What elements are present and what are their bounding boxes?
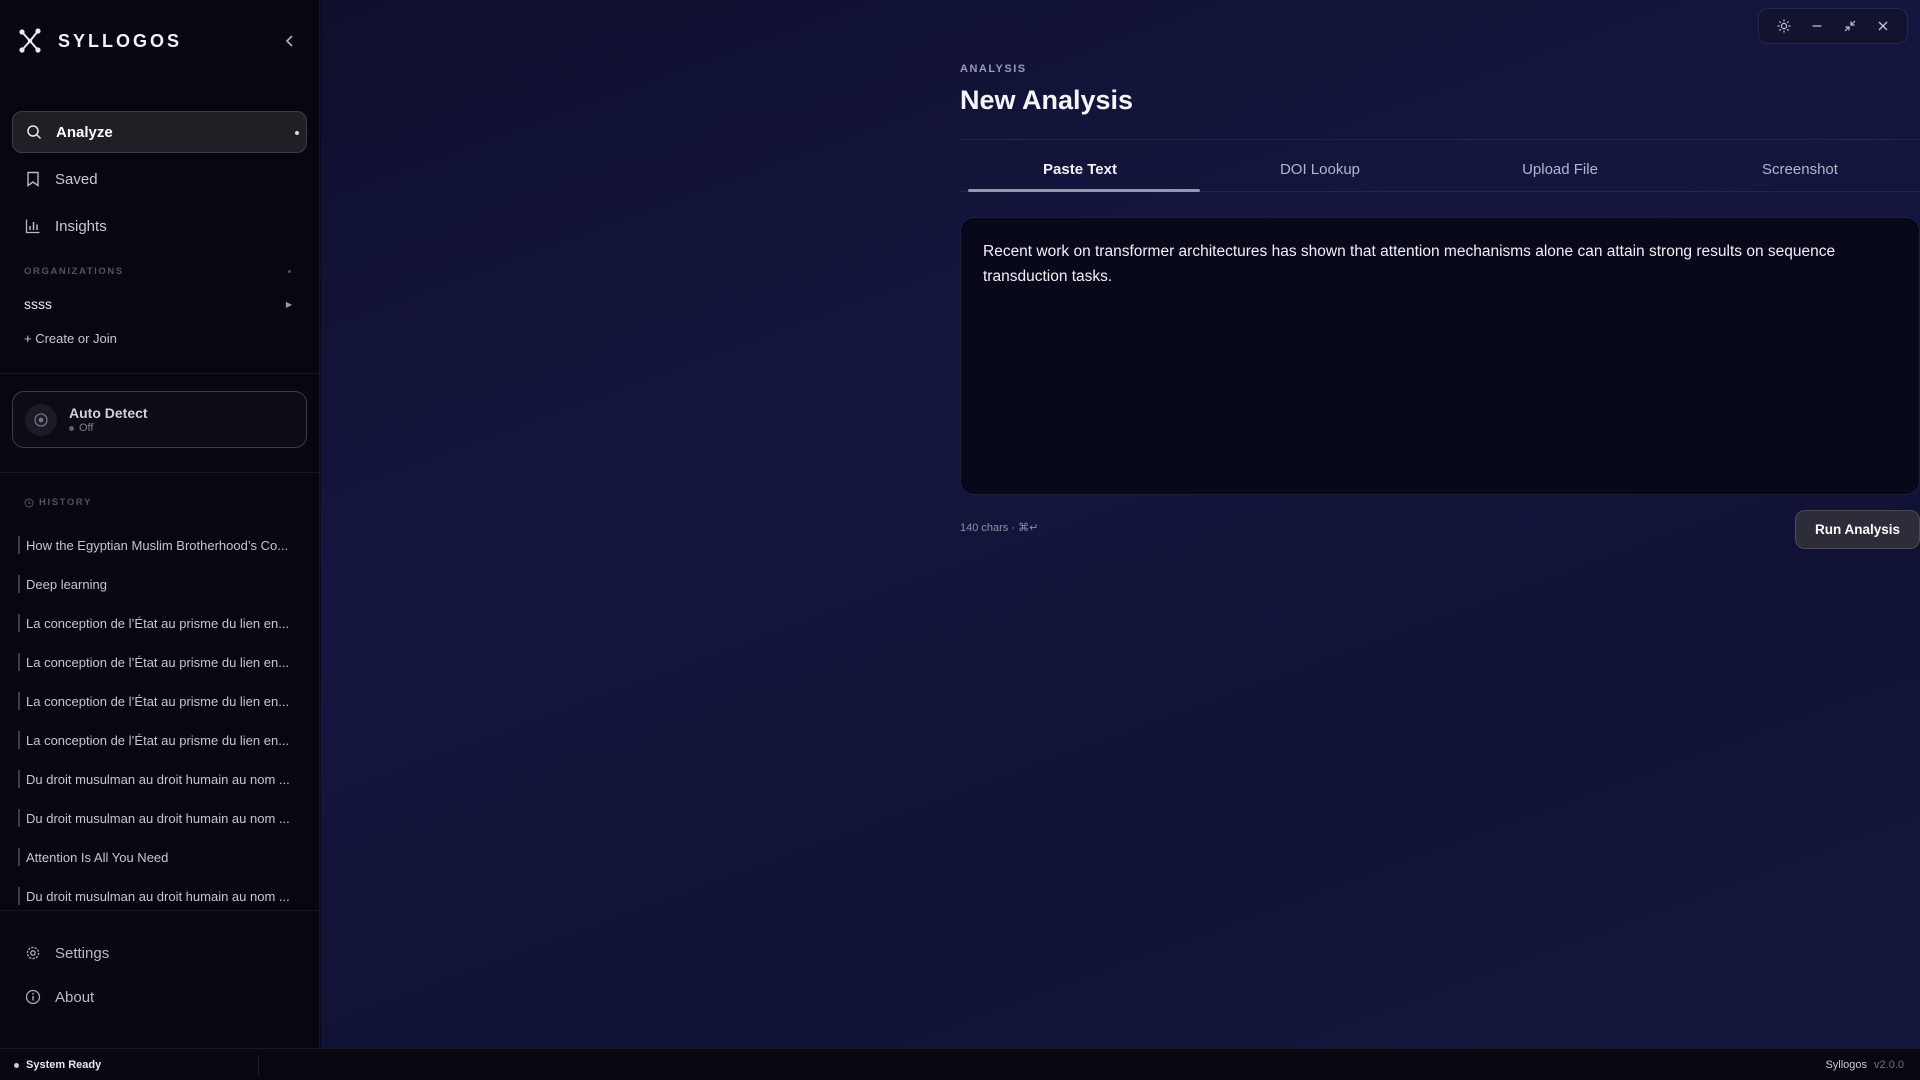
restore-button[interactable] (1841, 17, 1859, 35)
history-item[interactable]: Du droit musulman au droit humain au nom… (18, 770, 300, 788)
history-item[interactable]: La conception de l’État au prisme du lie… (18, 653, 300, 671)
nav-settings[interactable]: Settings (12, 932, 307, 974)
status-separator (258, 1055, 259, 1075)
history-item[interactable]: La conception de l’État au prisme du lie… (18, 614, 300, 632)
tab-upload-file[interactable]: Upload File (1440, 148, 1680, 191)
keyboard-shortcut-hint: ⌘↵ (1018, 522, 1039, 534)
text-input-area[interactable]: Recent work on transformer architectures… (960, 217, 1920, 495)
footer-nav: Settings About (12, 932, 307, 1020)
nav-label: Settings (55, 944, 110, 962)
clock-icon (24, 498, 34, 507)
chevron-left-icon (285, 35, 293, 47)
sidebar-divider (0, 910, 320, 911)
input-tabs: Paste Text DOI Lookup Upload File Screen… (960, 148, 1920, 192)
status-text: System Ready (26, 1059, 102, 1071)
bar-chart-icon (25, 218, 41, 234)
gear-icon (25, 945, 41, 961)
nav-about[interactable]: About (12, 976, 307, 1018)
auto-detect-status-text: Off (79, 422, 94, 434)
history-label-text: HISTORY (39, 497, 92, 508)
collapse-sidebar-button[interactable] (282, 31, 298, 51)
history-item[interactable]: La conception de l’État au prisme du lie… (18, 692, 300, 710)
organizations-label: ORGANIZATIONS (24, 266, 124, 277)
history-list: How the Egyptian Muslim Brotherhood’s Co… (18, 536, 300, 926)
theme-toggle-button[interactable] (1775, 17, 1793, 35)
status-dot (14, 1062, 19, 1068)
auto-detect-toggle[interactable]: Auto Detect Off (12, 391, 307, 448)
sidebar-divider (0, 373, 320, 374)
create-or-join-link[interactable]: + Create or Join (24, 331, 117, 346)
nav-insights[interactable]: Insights (12, 205, 307, 247)
history-item[interactable]: Attention Is All You Need (18, 848, 300, 866)
primary-nav: Analyze Saved Insights (12, 111, 307, 252)
app-version-info: Syllogos v2.0.0 (1825, 1049, 1904, 1080)
sidebar: SYLLOGOS Analyze Saved Insights ORGANIZA… (0, 0, 320, 1048)
bookmark-icon (25, 171, 41, 187)
close-button[interactable] (1874, 17, 1892, 35)
nav-saved[interactable]: Saved (12, 158, 307, 200)
close-icon (1878, 21, 1887, 31)
sidebar-divider (0, 472, 320, 473)
history-item[interactable]: Du droit musulman au droit humain au nom… (18, 887, 300, 905)
info-icon (25, 989, 41, 1005)
organization-name: ssss (24, 296, 52, 312)
app-label: Syllogos (1825, 1059, 1868, 1071)
page-title: New Analysis (960, 85, 1134, 115)
tab-doi-lookup[interactable]: DOI Lookup (1200, 148, 1440, 191)
status-dot (69, 425, 74, 431)
organization-item[interactable]: ssss ▶ (24, 293, 292, 315)
auto-detect-status: Off (69, 422, 148, 434)
char-counter: 140 chars · ⌘↵ (960, 521, 1038, 534)
caret-right-icon: ▶ (285, 299, 292, 309)
tab-screenshot[interactable]: Screenshot (1680, 148, 1920, 191)
system-status: System Ready (14, 1049, 101, 1080)
minimize-icon (1812, 25, 1821, 27)
sun-icon (1777, 19, 1790, 33)
app-name: SYLLOGOS (58, 30, 183, 51)
history-item[interactable]: Deep learning (18, 575, 300, 593)
status-bar: System Ready Syllogos v2.0.0 (0, 1048, 1920, 1080)
radar-icon (25, 403, 57, 436)
minimize-button[interactable] (1808, 17, 1826, 35)
organizations-indicator (288, 270, 291, 273)
logo-icon (19, 28, 41, 53)
run-analysis-button[interactable]: Run Analysis (1795, 510, 1920, 549)
nav-label: Insights (55, 217, 107, 235)
search-icon (26, 124, 42, 140)
history-label: HISTORY (24, 497, 92, 508)
nav-label: About (55, 988, 95, 1006)
main-panel: ANALYSIS New Analysis Paste Text DOI Loo… (321, 0, 1920, 1048)
nav-analyze[interactable]: Analyze (12, 111, 307, 153)
history-item[interactable]: La conception de l’État au prisme du lie… (18, 731, 300, 749)
active-indicator (295, 131, 299, 135)
history-item[interactable]: Du droit musulman au droit humain au nom… (18, 809, 300, 827)
nav-label: Analyze (56, 123, 113, 141)
version-label: v2.0.0 (1874, 1059, 1904, 1071)
nav-label: Saved (55, 170, 98, 188)
header-divider (960, 139, 1920, 140)
auto-detect-title: Auto Detect (69, 405, 148, 421)
app-window: SYLLOGOS Analyze Saved Insights ORGANIZA… (0, 0, 1920, 1080)
window-controls (1758, 8, 1908, 44)
section-eyebrow: ANALYSIS (960, 63, 1027, 75)
tab-paste-text[interactable]: Paste Text (960, 148, 1200, 192)
history-item[interactable]: How the Egyptian Muslim Brotherhood’s Co… (18, 536, 300, 554)
compress-icon (1844, 20, 1855, 32)
char-count-text: 140 chars (960, 522, 1009, 534)
brand: SYLLOGOS (18, 28, 182, 54)
